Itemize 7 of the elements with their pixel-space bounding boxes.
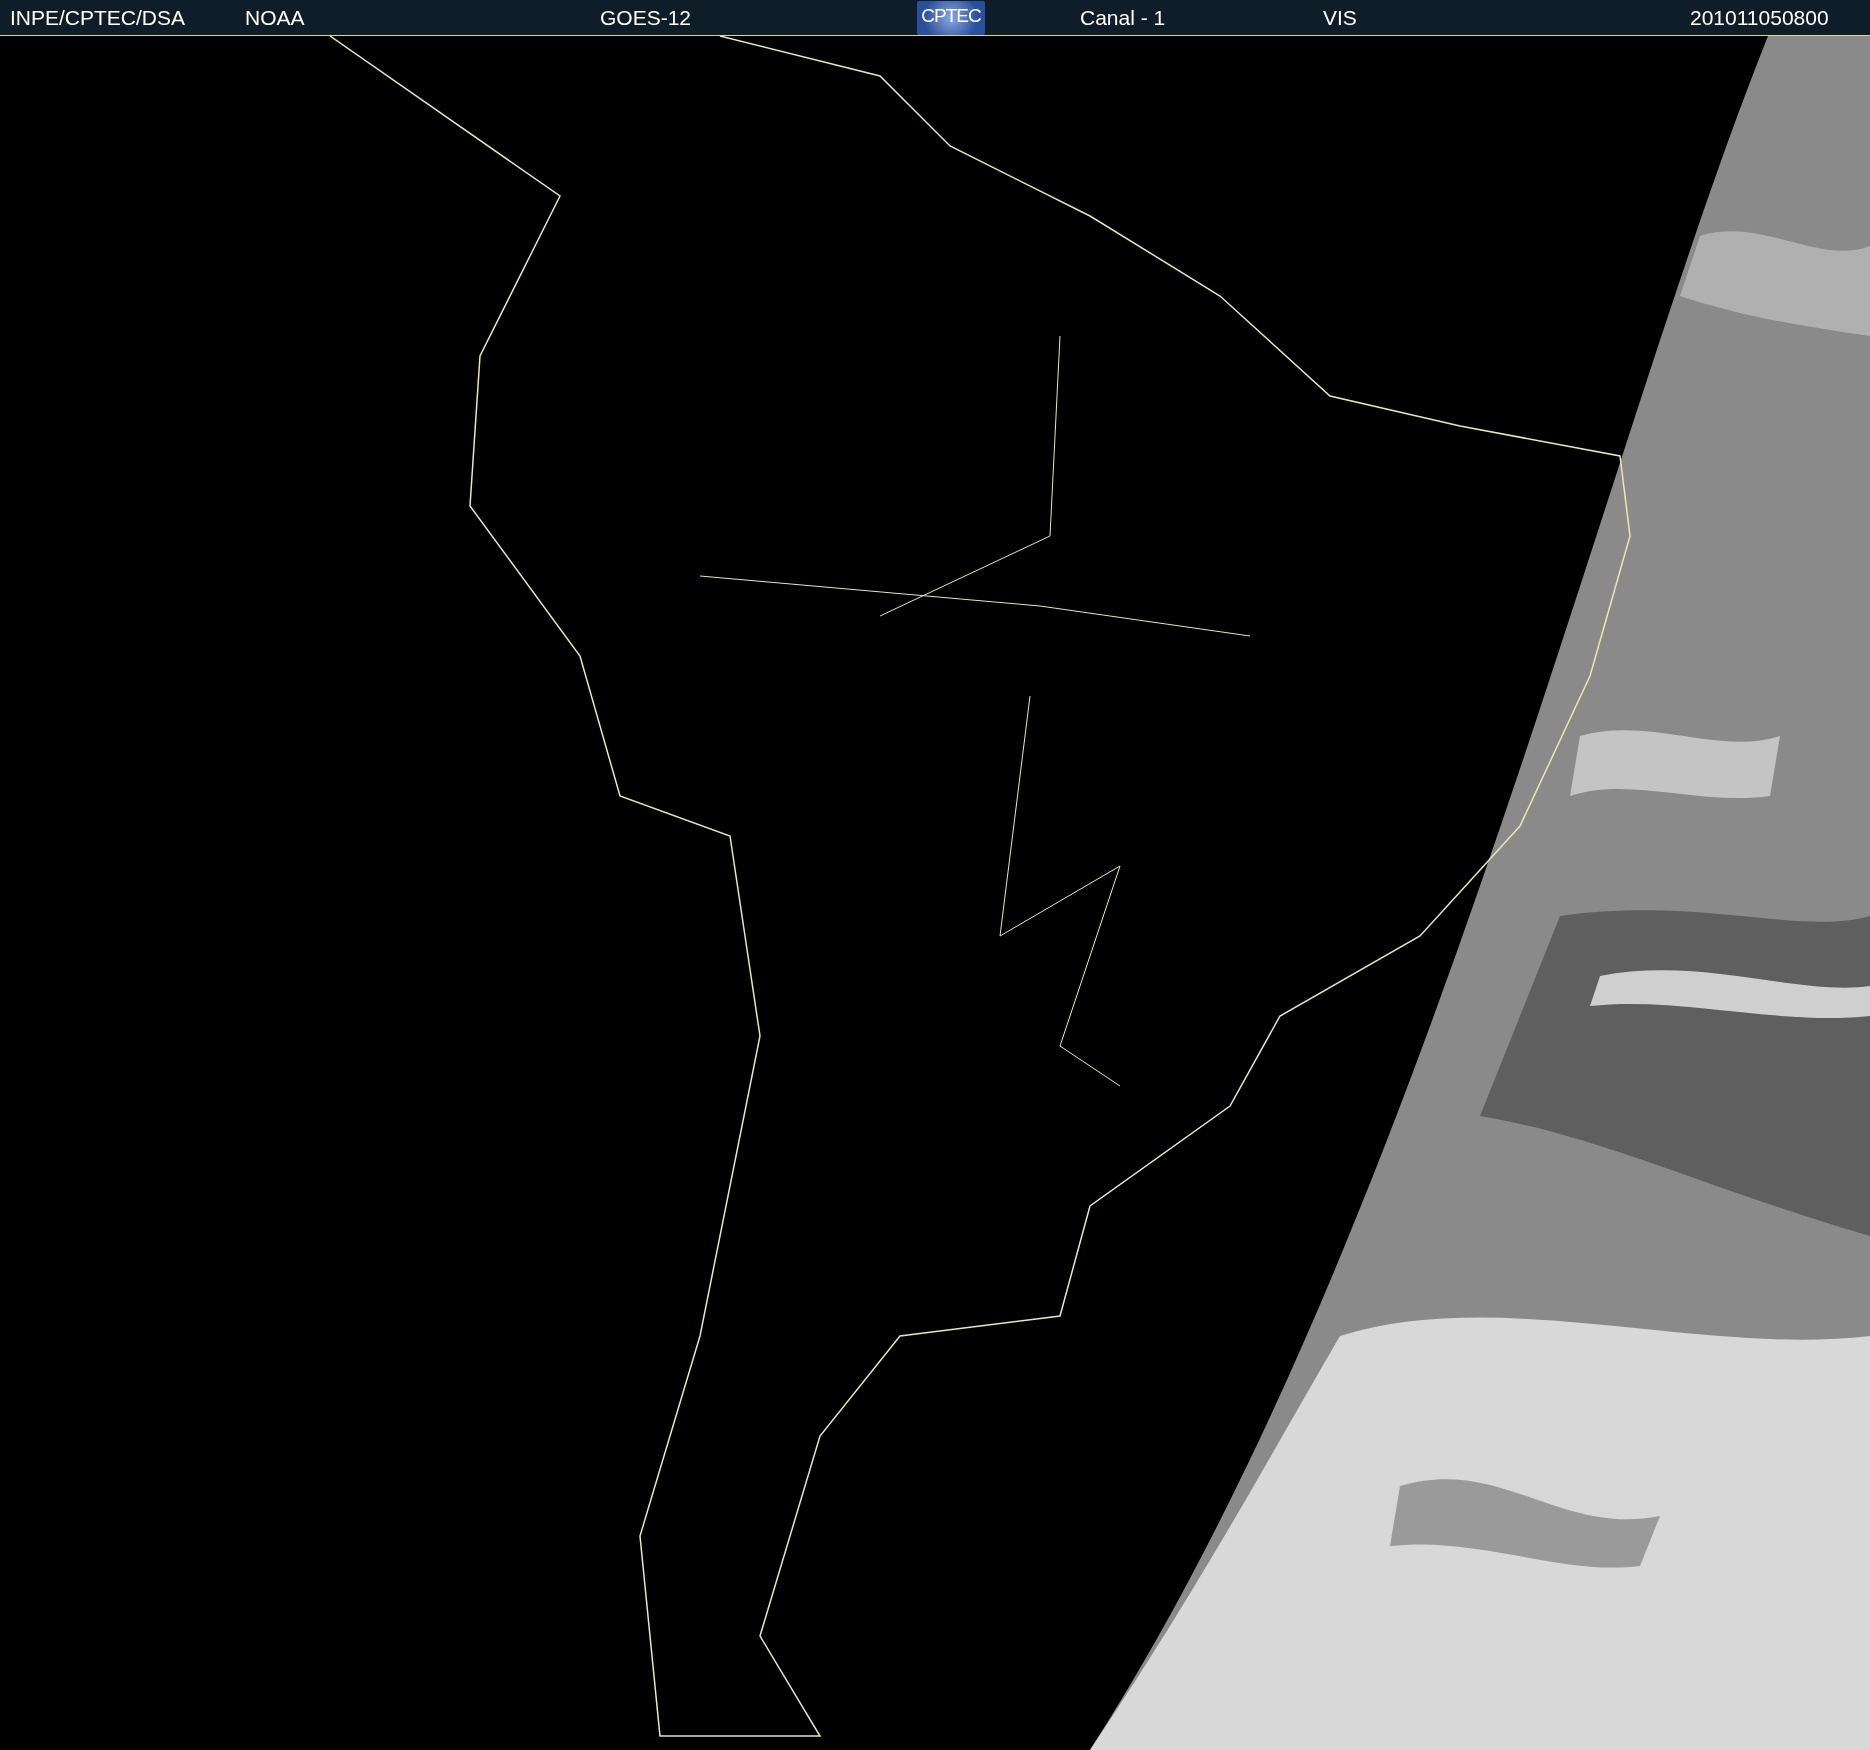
header-label: GOES-12: [600, 5, 692, 30]
header-label: NOAA: [245, 5, 305, 30]
logo: CPTEC: [917, 0, 985, 35]
header-label: 201011050800: [1690, 5, 1829, 30]
header-label: VIS: [1323, 5, 1357, 30]
header-label: INPE/CPTEC/DSA: [10, 5, 186, 30]
header-label: Canal - 1: [1080, 5, 1166, 30]
